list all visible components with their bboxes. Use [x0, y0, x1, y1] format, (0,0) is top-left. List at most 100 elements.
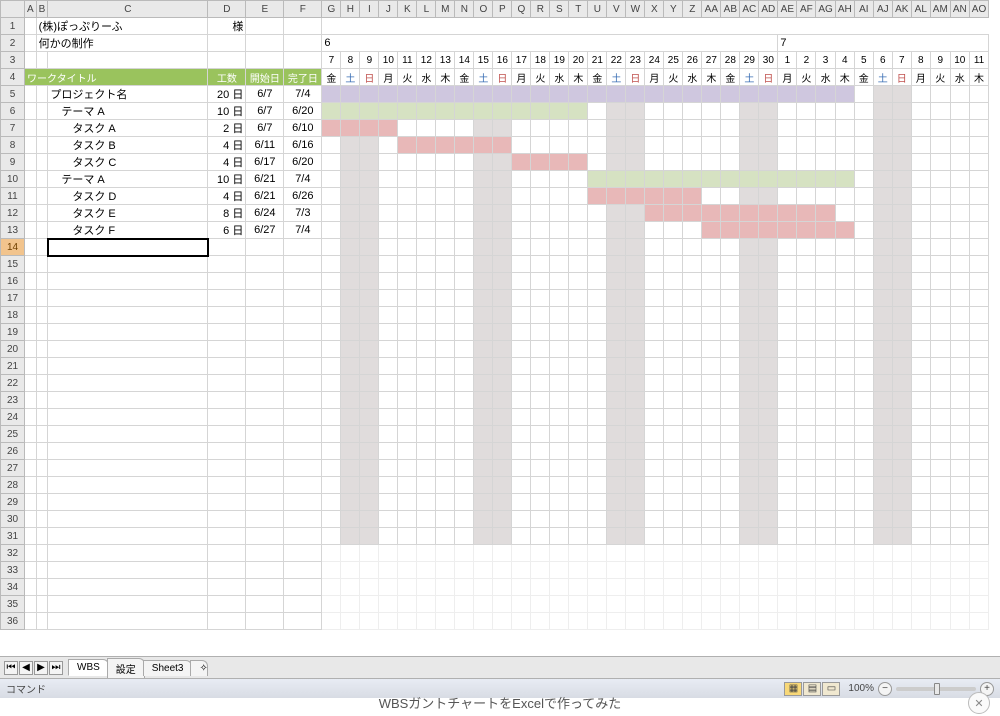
- start-date[interactable]: 6/11: [246, 137, 284, 154]
- table-row[interactable]: 10 テーマ A10 日6/217/4: [1, 171, 989, 188]
- table-row[interactable]: 15: [1, 256, 989, 273]
- start-date[interactable]: 6/21: [246, 171, 284, 188]
- task-title[interactable]: タスク E: [48, 205, 208, 222]
- start-date[interactable]: 6/17: [246, 154, 284, 171]
- tab-last-icon[interactable]: ⏭: [49, 661, 63, 675]
- end-date[interactable]: 7/4: [284, 86, 322, 103]
- col-F[interactable]: F: [284, 1, 322, 18]
- table-row[interactable]: 11 タスク D4 日6/216/26: [1, 188, 989, 205]
- project-label-cell[interactable]: 何かの制作: [36, 35, 208, 52]
- table-row[interactable]: 28: [1, 477, 989, 494]
- end-date[interactable]: 6/20: [284, 154, 322, 171]
- tab-first-icon[interactable]: ⏮: [4, 661, 18, 675]
- effort[interactable]: 2 日: [208, 120, 246, 137]
- end-date[interactable]: 7/4: [284, 222, 322, 239]
- effort[interactable]: 4 日: [208, 188, 246, 205]
- effort[interactable]: 10 日: [208, 103, 246, 120]
- start-date[interactable]: 6/7: [246, 120, 284, 137]
- col-D[interactable]: D: [208, 1, 246, 18]
- month-7: 7: [778, 35, 989, 52]
- active-cell[interactable]: [48, 239, 208, 256]
- table-row[interactable]: 21: [1, 358, 989, 375]
- task-title[interactable]: プロジェクト名: [48, 86, 208, 103]
- spreadsheet-area[interactable]: A B C D E F GHIJKLMNOPQRSTUVWXYZAAABACAD…: [0, 0, 1000, 656]
- effort[interactable]: 4 日: [208, 154, 246, 171]
- select-all-corner[interactable]: [1, 1, 25, 18]
- table-row[interactable]: 36: [1, 613, 989, 630]
- tab-prev-icon[interactable]: ◀: [19, 661, 33, 675]
- table-row[interactable]: 19: [1, 324, 989, 341]
- table-row[interactable]: 13 タスク F6 日6/277/4: [1, 222, 989, 239]
- tab-new-icon[interactable]: ✧: [190, 660, 208, 676]
- table-row[interactable]: 33: [1, 562, 989, 579]
- row-2[interactable]: 2何かの制作 6 7: [1, 35, 989, 52]
- close-button[interactable]: ✕: [968, 692, 990, 714]
- tab-next-icon[interactable]: ▶: [34, 661, 48, 675]
- end-date[interactable]: 7/4: [284, 171, 322, 188]
- hdr-title: ワークタイトル: [25, 69, 208, 86]
- table-row[interactable]: 31: [1, 528, 989, 545]
- row-1[interactable]: 1(株)ぽっぷりーふ様: [1, 18, 989, 35]
- task-title[interactable]: テーマ A: [48, 103, 208, 120]
- task-title[interactable]: テーマ A: [48, 171, 208, 188]
- effort[interactable]: 20 日: [208, 86, 246, 103]
- task-title[interactable]: タスク F: [48, 222, 208, 239]
- table-row[interactable]: 6 テーマ A10 日6/76/20: [1, 103, 989, 120]
- start-date[interactable]: 6/24: [246, 205, 284, 222]
- table-row[interactable]: 9 タスク C4 日6/176/20: [1, 154, 989, 171]
- table-row[interactable]: 26: [1, 443, 989, 460]
- col-C[interactable]: C: [48, 1, 208, 18]
- table-row[interactable]: 8 タスク B4 日6/116/16: [1, 137, 989, 154]
- table-row[interactable]: 17: [1, 290, 989, 307]
- row-14[interactable]: 14: [1, 239, 989, 256]
- start-date[interactable]: 6/7: [246, 103, 284, 120]
- table-row[interactable]: 23: [1, 392, 989, 409]
- start-date[interactable]: 6/21: [246, 188, 284, 205]
- effort[interactable]: 8 日: [208, 205, 246, 222]
- company-cell[interactable]: (株)ぽっぷりーふ: [36, 18, 208, 35]
- end-date[interactable]: 6/16: [284, 137, 322, 154]
- table-row[interactable]: 25: [1, 426, 989, 443]
- honor-cell[interactable]: 様: [208, 18, 246, 35]
- task-title[interactable]: タスク A: [48, 120, 208, 137]
- end-date[interactable]: 6/26: [284, 188, 322, 205]
- table-row[interactable]: 30: [1, 511, 989, 528]
- task-title[interactable]: タスク C: [48, 154, 208, 171]
- tab-wbs[interactable]: WBS: [68, 659, 109, 676]
- task-title[interactable]: タスク D: [48, 188, 208, 205]
- effort[interactable]: 10 日: [208, 171, 246, 188]
- effort[interactable]: 4 日: [208, 137, 246, 154]
- col-E[interactable]: E: [246, 1, 284, 18]
- end-date[interactable]: 6/20: [284, 103, 322, 120]
- start-date[interactable]: 6/7: [246, 86, 284, 103]
- task-title[interactable]: タスク B: [48, 137, 208, 154]
- row-3-days[interactable]: 3 78910111213141516171819202122232425262…: [1, 52, 989, 69]
- start-date[interactable]: 6/27: [246, 222, 284, 239]
- col-A[interactable]: A: [25, 1, 37, 18]
- column-header-row[interactable]: A B C D E F GHIJKLMNOPQRSTUVWXYZAAABACAD…: [1, 1, 989, 18]
- grid[interactable]: A B C D E F GHIJKLMNOPQRSTUVWXYZAAABACAD…: [0, 0, 989, 630]
- col-B[interactable]: B: [36, 1, 48, 18]
- table-row[interactable]: 16: [1, 273, 989, 290]
- table-row[interactable]: 20: [1, 341, 989, 358]
- table-row[interactable]: 32: [1, 545, 989, 562]
- row-4-header[interactable]: 4 ワークタイトル 工数 開始日 完了日 金土日月火水木金土日月火水木金土日月火…: [1, 69, 989, 86]
- table-row[interactable]: 27: [1, 460, 989, 477]
- table-row[interactable]: 22: [1, 375, 989, 392]
- table-row[interactable]: 35: [1, 596, 989, 613]
- end-date[interactable]: 7/3: [284, 205, 322, 222]
- tab-settings[interactable]: 設定: [107, 658, 145, 678]
- table-row[interactable]: 7 タスク A2 日6/76/10: [1, 120, 989, 137]
- tab-sheet3[interactable]: Sheet3: [143, 660, 193, 676]
- caption-text: WBSガントチャートをExcelで作ってみた: [0, 688, 1000, 716]
- table-row[interactable]: 34: [1, 579, 989, 596]
- end-date[interactable]: 6/10: [284, 120, 322, 137]
- table-row[interactable]: 24: [1, 409, 989, 426]
- table-row[interactable]: 5プロジェクト名20 日6/77/4: [1, 86, 989, 103]
- tab-nav[interactable]: ⏮◀▶⏭: [4, 661, 64, 675]
- table-row[interactable]: 29: [1, 494, 989, 511]
- sheet-tabs[interactable]: ⏮◀▶⏭ WBS 設定 Sheet3 ✧: [0, 656, 1000, 678]
- effort[interactable]: 6 日: [208, 222, 246, 239]
- table-row[interactable]: 18: [1, 307, 989, 324]
- table-row[interactable]: 12 タスク E8 日6/247/3: [1, 205, 989, 222]
